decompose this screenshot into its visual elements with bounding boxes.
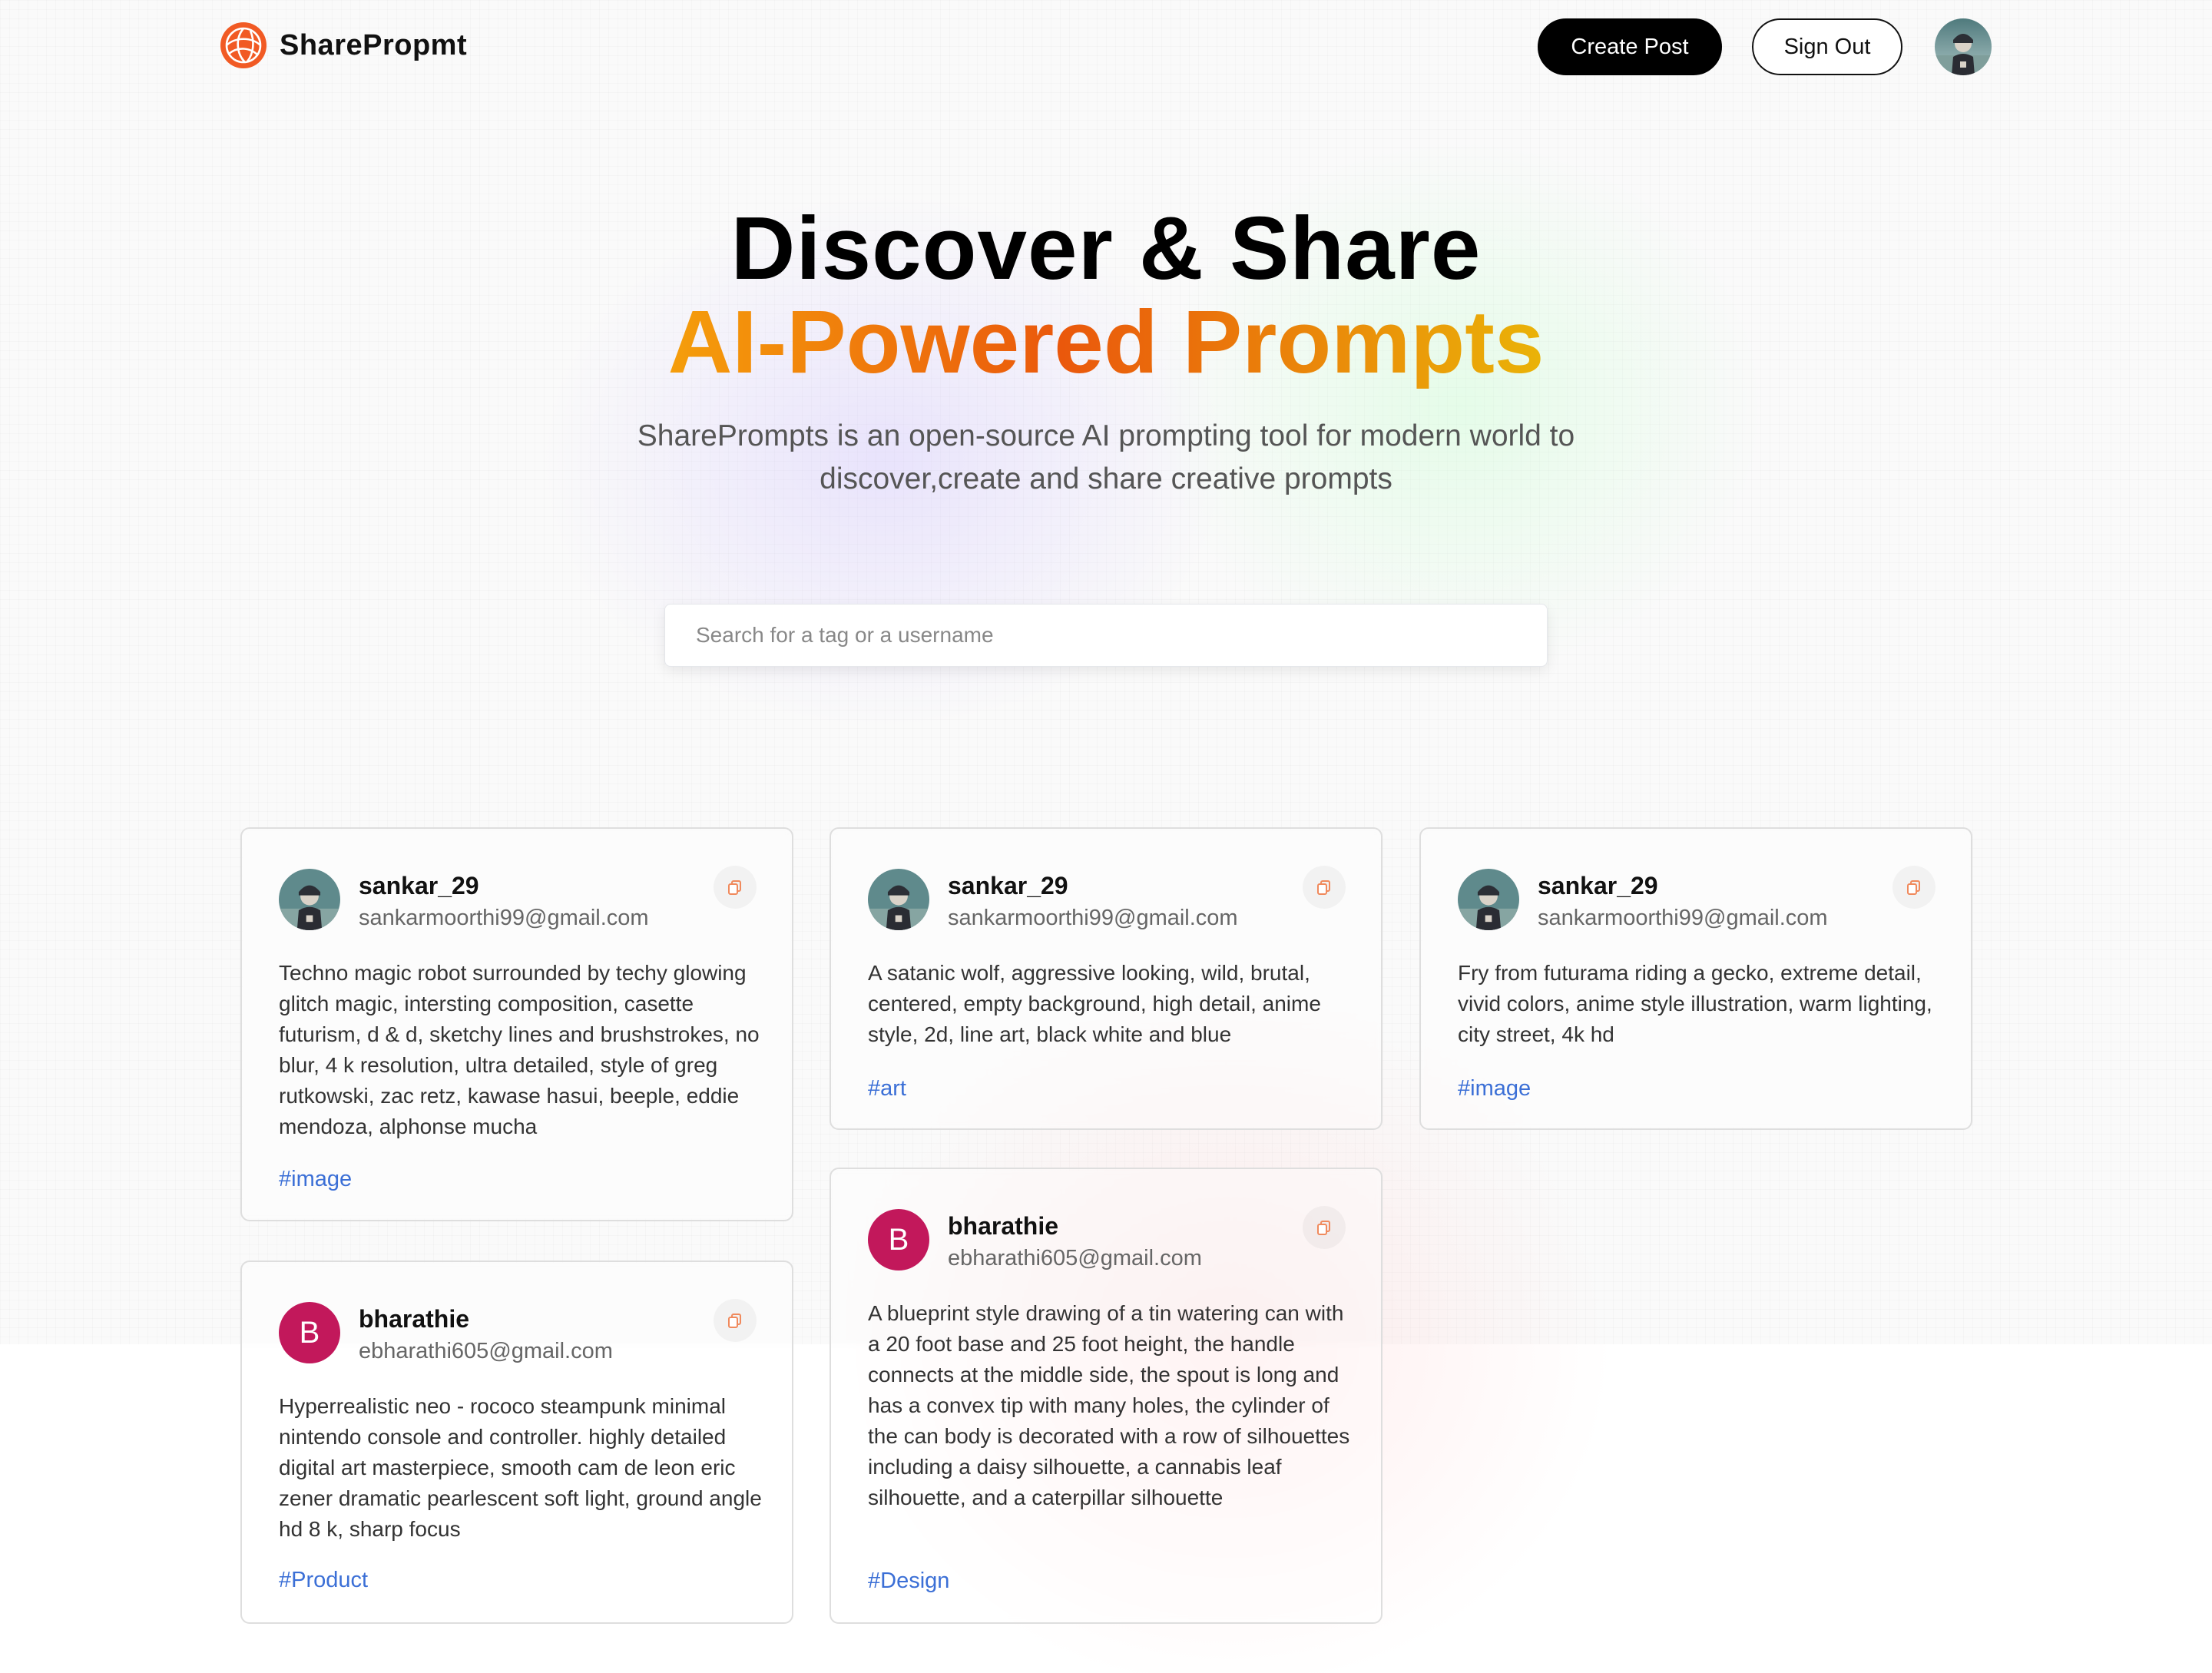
hero-highlight: AI-Powered Prompts	[667, 292, 1545, 392]
brand-name[interactable]: SharePropmt	[280, 29, 467, 62]
sign-out-button[interactable]: Sign Out	[1752, 18, 1902, 75]
post-username[interactable]: bharathie	[948, 1212, 1058, 1241]
copy-button[interactable]	[714, 866, 757, 909]
post-prompt: Techno magic robot surrounded by techy g…	[279, 961, 760, 1138]
post-email: sankarmoorthi99@gmail.com	[948, 906, 1238, 930]
user-photo-icon	[1458, 869, 1519, 930]
post-prompt: Hyperrealistic neo - rococo steampunk mi…	[279, 1394, 762, 1541]
post-username[interactable]: sankar_29	[359, 872, 479, 900]
post-username[interactable]: bharathie	[359, 1305, 469, 1333]
prompt-card[interactable]: B bharathie ebharathi605@gmail.com A blu…	[830, 1168, 1382, 1624]
post-email: ebharathi605@gmail.com	[948, 1246, 1202, 1270]
user-photo-icon	[279, 869, 340, 930]
copy-button[interactable]	[1303, 866, 1346, 909]
prompt-card[interactable]: B bharathie ebharathi605@gmail.com Hyper…	[240, 1261, 793, 1624]
user-avatar[interactable]: B	[279, 1302, 340, 1363]
copy-button[interactable]	[1892, 866, 1936, 909]
post-tag[interactable]: #Product	[279, 1568, 368, 1593]
copy-icon	[1907, 880, 1920, 895]
post-prompt: A satanic wolf, aggressive looking, wild…	[868, 961, 1321, 1046]
globe-icon[interactable]	[220, 22, 267, 69]
post-tag[interactable]: #image	[279, 1167, 352, 1192]
prompt-card[interactable]: sankar_29 sankarmoorthi99@gmail.com A sa…	[830, 827, 1382, 1130]
user-avatar[interactable]	[279, 869, 340, 930]
post-prompt: A blueprint style drawing of a tin water…	[868, 1301, 1350, 1509]
top-nav: SharePropmt Create Post Sign Out	[0, 0, 2212, 92]
user-photo-icon	[868, 869, 929, 930]
post-username[interactable]: sankar_29	[948, 872, 1068, 900]
post-username[interactable]: sankar_29	[1538, 872, 1658, 900]
copy-button[interactable]	[1303, 1206, 1346, 1249]
post-tag[interactable]: #art	[868, 1076, 906, 1102]
user-avatar[interactable]: B	[868, 1209, 929, 1270]
user-photo-icon	[1935, 18, 1992, 75]
post-prompt: Fry from futurama riding a gecko, extrem…	[1458, 961, 1932, 1046]
post-tag[interactable]: #image	[1458, 1076, 1531, 1102]
hero-description: SharePrompts is an open-source AI prompt…	[637, 419, 1575, 495]
search-bar	[664, 604, 1548, 667]
search-input[interactable]	[665, 605, 1547, 666]
user-avatar[interactable]	[1458, 869, 1519, 930]
hero-section: Discover & Share AI-Powered Prompts Shar…	[0, 201, 2212, 501]
user-avatar[interactable]	[868, 869, 929, 930]
copy-icon	[728, 1314, 741, 1328]
post-email: sankarmoorthi99@gmail.com	[359, 906, 649, 930]
post-email: sankarmoorthi99@gmail.com	[1538, 906, 1828, 930]
copy-icon	[728, 880, 741, 895]
create-post-button[interactable]: Create Post	[1538, 18, 1722, 75]
prompt-card[interactable]: sankar_29 sankarmoorthi99@gmail.com Fry …	[1419, 827, 1972, 1130]
profile-avatar[interactable]	[1935, 18, 1992, 75]
prompt-card[interactable]: sankar_29 sankarmoorthi99@gmail.com Tech…	[240, 827, 793, 1221]
hero-title: Discover & Share	[730, 198, 1482, 298]
copy-button[interactable]	[714, 1299, 757, 1342]
copy-icon	[1317, 880, 1330, 895]
copy-icon	[1317, 1221, 1330, 1235]
post-tag[interactable]: #Design	[868, 1569, 949, 1594]
post-email: ebharathi605@gmail.com	[359, 1339, 613, 1363]
